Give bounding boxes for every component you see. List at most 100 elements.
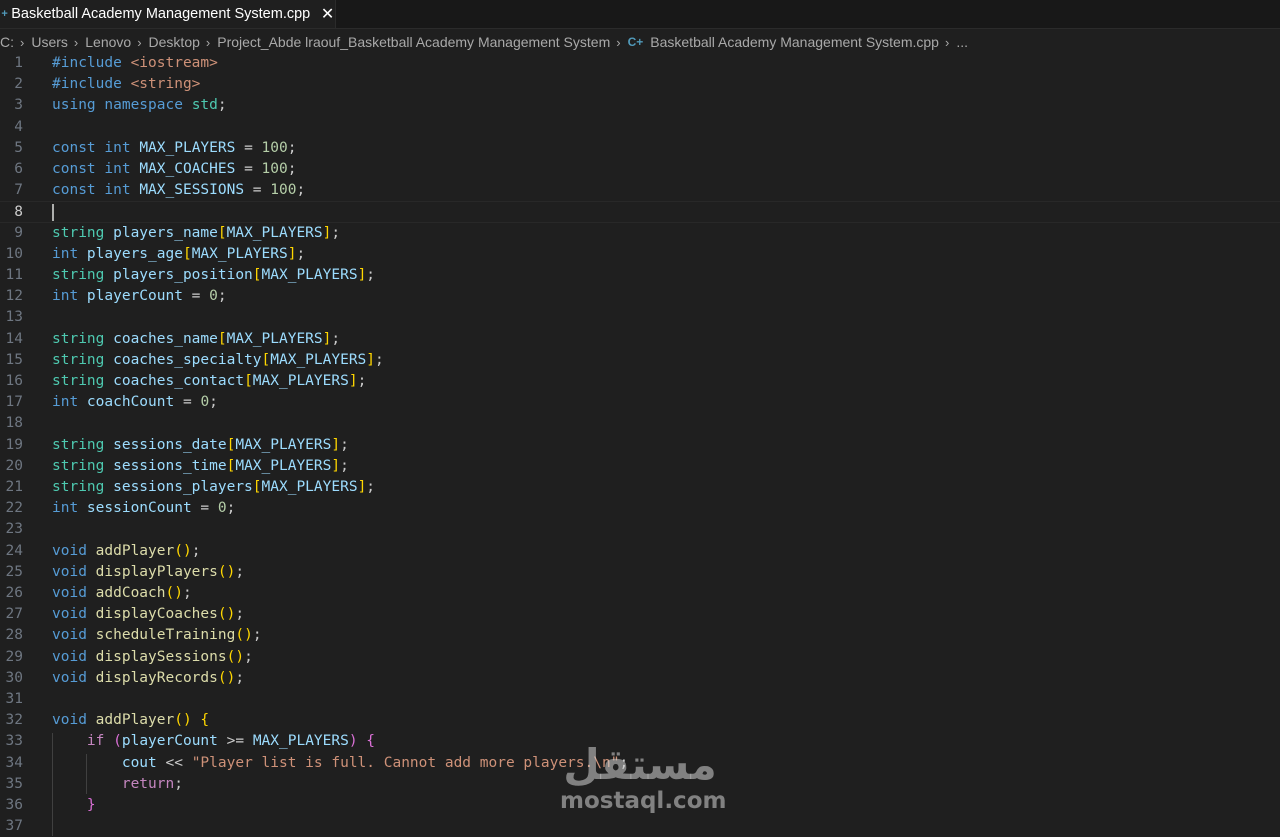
- code-text: }: [52, 795, 96, 816]
- code-token: [: [217, 330, 227, 347]
- code-line[interactable]: 3 using namespace std;: [0, 95, 1280, 116]
- breadcrumb-item[interactable]: Users: [31, 34, 68, 50]
- code-line[interactable]: 1 #include <iostream>: [0, 53, 1280, 74]
- code-token: addPlayer: [95, 542, 175, 559]
- breadcrumb-item[interactable]: C:: [0, 34, 14, 50]
- breadcrumb-item[interactable]: Project_Abde lraouf_Basketball Academy M…: [217, 34, 610, 50]
- code-line[interactable]: 9 string players_name[MAX_PLAYERS];: [0, 223, 1280, 244]
- code-token: ;: [357, 373, 367, 389]
- code-line[interactable]: 4: [0, 117, 1280, 138]
- editor-tab-active[interactable]: + Basketball Academy Management System.c…: [0, 0, 336, 28]
- code-token: ;: [296, 182, 306, 199]
- line-number: 35: [5, 775, 23, 792]
- code-text: string players_position[MAX_PLAYERS];: [52, 265, 375, 286]
- code-token: displayRecords: [95, 669, 218, 686]
- code-text: string sessions_players[MAX_PLAYERS];: [52, 477, 375, 498]
- watermark-logo: مستقل mostaql.com: [560, 742, 727, 815]
- line-number: 8: [14, 204, 23, 221]
- code-text: const int MAX_SESSIONS = 100;: [52, 180, 305, 201]
- code-token: void: [52, 606, 96, 623]
- code-line[interactable]: 20 string sessions_time[MAX_PLAYERS];: [0, 456, 1280, 477]
- code-line[interactable]: 14 string coaches_name[MAX_PLAYERS];: [0, 329, 1280, 350]
- code-text: void scheduleTraining();: [52, 625, 262, 646]
- code-token: coachCount: [86, 394, 175, 411]
- code-token: (): [174, 542, 192, 559]
- line-number: 15: [5, 351, 23, 368]
- breadcrumb-item[interactable]: Basketball Academy Management System.cpp: [650, 34, 939, 50]
- code-line[interactable]: 8: [0, 201, 1280, 223]
- code-token: >=: [217, 733, 253, 750]
- code-line[interactable]: 10 int players_age[MAX_PLAYERS];: [0, 244, 1280, 265]
- code-line[interactable]: 16 string coaches_contact[MAX_PLAYERS];: [0, 371, 1280, 392]
- code-line[interactable]: 5 const int MAX_PLAYERS = 100;: [0, 138, 1280, 159]
- code-line[interactable]: 30 void displayRecords();: [0, 668, 1280, 689]
- code-line[interactable]: 32 void addPlayer() {: [0, 710, 1280, 731]
- breadcrumb-item[interactable]: Lenovo: [85, 34, 131, 50]
- close-icon[interactable]: ✕: [320, 4, 335, 24]
- code-text: void addCoach();: [52, 583, 192, 604]
- code-line[interactable]: 15 string coaches_specialty[MAX_PLAYERS];: [0, 350, 1280, 371]
- breadcrumb-item[interactable]: Desktop: [149, 34, 200, 50]
- code-token: (): [235, 627, 253, 644]
- code-token: displayPlayers: [95, 563, 218, 580]
- line-number: 37: [5, 818, 23, 835]
- code-token: int: [52, 288, 87, 305]
- code-token: 100: [270, 182, 297, 199]
- code-line[interactable]: 13: [0, 307, 1280, 328]
- code-text: using namespace std;: [52, 95, 227, 116]
- code-line[interactable]: 37: [0, 816, 1280, 837]
- code-line[interactable]: 23: [0, 519, 1280, 540]
- code-token: std: [191, 97, 218, 114]
- code-line[interactable]: 6 const int MAX_COACHES = 100;: [0, 159, 1280, 180]
- code-token: coaches_contact: [113, 373, 245, 389]
- code-line[interactable]: 12 int playerCount = 0;: [0, 286, 1280, 307]
- code-token: MAX_PLAYERS: [235, 436, 332, 453]
- breadcrumb: C: › Users › Lenovo › Desktop › Project_Abde lra…: [0, 31, 1280, 53]
- tab-title: Basketball Academy Management System.cpp: [11, 6, 311, 22]
- breadcrumb-item[interactable]: ...: [956, 34, 968, 50]
- code-text: void displayRecords();: [52, 668, 244, 689]
- code-text: string coaches_name[MAX_PLAYERS];: [52, 329, 340, 350]
- code-line[interactable]: 26 void addCoach();: [0, 583, 1280, 604]
- line-number: 9: [14, 224, 23, 241]
- line-number: 5: [14, 139, 23, 156]
- code-token: MAX_PLAYERS: [139, 139, 236, 156]
- code-line[interactable]: 22 int sessionCount = 0;: [0, 498, 1280, 519]
- code-line[interactable]: 21 string sessions_players[MAX_PLAYERS];: [0, 477, 1280, 498]
- code-line[interactable]: 2 #include <string>: [0, 74, 1280, 95]
- line-number: 21: [5, 479, 23, 495]
- line-number: 4: [14, 118, 23, 135]
- code-token: ;: [296, 245, 306, 262]
- code-token: ;: [235, 563, 245, 580]
- code-line[interactable]: 17 int coachCount = 0;: [0, 392, 1280, 413]
- line-number: 17: [5, 394, 23, 411]
- code-line[interactable]: 7 const int MAX_SESSIONS = 100;: [0, 180, 1280, 201]
- code-text: string coaches_specialty[MAX_PLAYERS];: [52, 350, 384, 371]
- code-token: (): [217, 669, 236, 686]
- code-line[interactable]: 31: [0, 689, 1280, 710]
- line-number: 31: [5, 691, 23, 707]
- editor-tab-bar: + Basketball Academy Management System.c…: [0, 0, 1280, 29]
- code-token: coaches_name: [113, 330, 218, 347]
- code-editor[interactable]: 1 #include <iostream> 2 #include <string> 3 u…: [0, 53, 1280, 836]
- code-line[interactable]: 11 string players_position[MAX_PLAYERS];: [0, 265, 1280, 286]
- code-line[interactable]: 24 void addPlayer();: [0, 541, 1280, 562]
- code-line[interactable]: 19 string sessions_date[MAX_PLAYERS];: [0, 435, 1280, 456]
- code-token: ;: [235, 669, 245, 686]
- code-line[interactable]: 18: [0, 413, 1280, 434]
- code-token: addCoach: [95, 585, 166, 601]
- line-number: 18: [5, 415, 23, 432]
- line-number: 14: [5, 330, 23, 347]
- code-token: 0: [200, 394, 210, 411]
- code-token: MAX_COACHES: [139, 161, 236, 177]
- watermark-latin: mostaql.com: [560, 788, 727, 814]
- code-token: int: [52, 245, 87, 262]
- code-token: sessions_players: [113, 479, 253, 495]
- line-number: 13: [5, 309, 23, 326]
- code-token: cout: [121, 754, 157, 771]
- code-line[interactable]: 28 void scheduleTraining();: [0, 625, 1280, 646]
- code-line[interactable]: 25 void displayPlayers();: [0, 562, 1280, 583]
- code-line[interactable]: 27 void displayCoaches();: [0, 604, 1280, 625]
- code-line[interactable]: 29 void displaySessions();: [0, 647, 1280, 668]
- code-token: displaySessions: [95, 648, 227, 665]
